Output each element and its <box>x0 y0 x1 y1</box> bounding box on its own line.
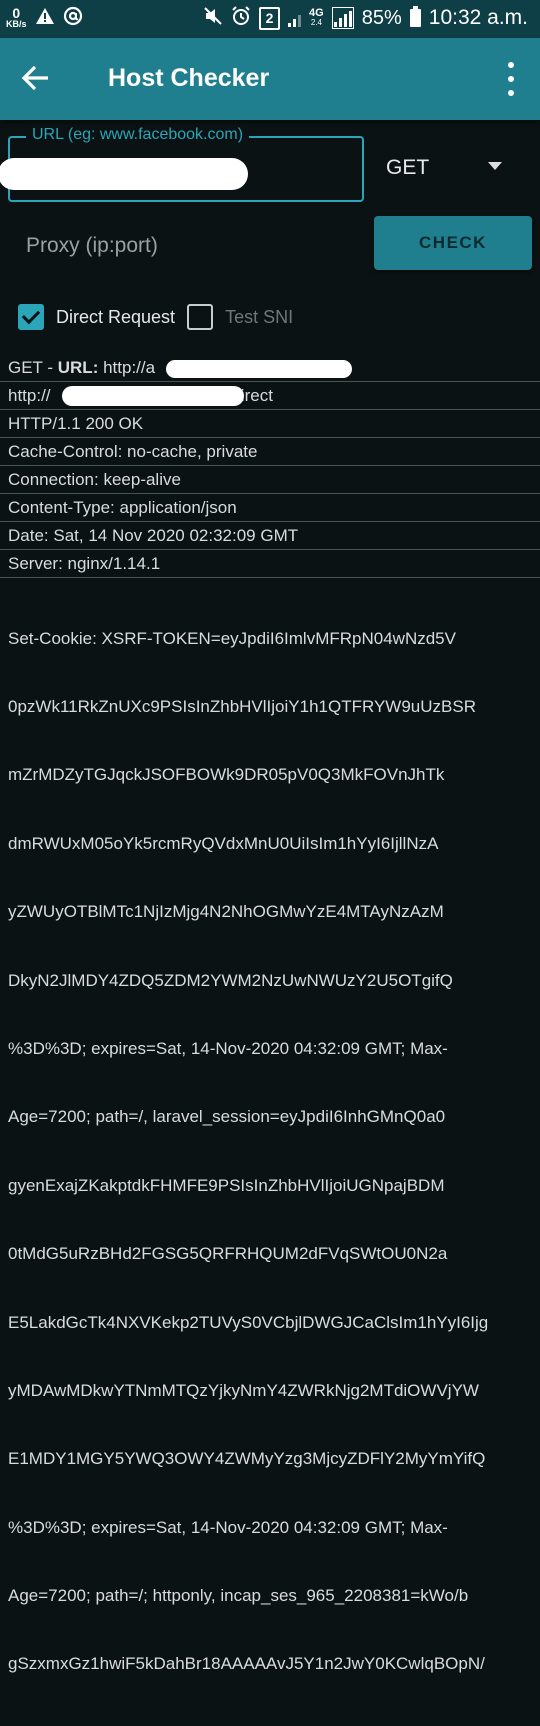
response-line: HTTP/1.1 200 OK <box>0 410 540 438</box>
set-cookie-line: %3D%3D; expires=Sat, 14-Nov-2020 04:32:0… <box>8 1517 448 1537</box>
test-sni-checkbox[interactable] <box>187 304 214 330</box>
network-type-sub: 2.4 <box>310 18 322 27</box>
set-cookie-line: %3D%3D; expires=Sat, 14-Nov-2020 04:32:0… <box>8 1038 448 1058</box>
test-sni-label: Test SNI <box>225 306 294 327</box>
signal-icon <box>331 7 354 29</box>
set-cookie-line: dmRWUxM05oYk5rcmRyQVdxMnU0UiIsIm1hYyI6Ij… <box>8 833 439 853</box>
set-cookie-line: Set-Cookie: XSRF-TOKEN=eyJpdiI6ImlvMFRpN… <box>8 628 456 648</box>
check-button[interactable]: CHECK <box>374 216 532 270</box>
url-field-label: URL (eg: www.facebook.com) <box>26 126 250 144</box>
proxy-input[interactable] <box>26 234 346 258</box>
set-cookie-line: E5LakdGcTk4NXVKekp2TUVyS0VCbjlDWGJCaClsI… <box>8 1312 489 1332</box>
status-bar: 0 KB/s 2 4G 2.4 85% 10:32 a.m. <box>0 0 540 38</box>
response-line: Cache-Control: no-cache, private <box>0 438 540 466</box>
back-arrow-icon[interactable] <box>20 62 52 94</box>
status-left: 0 KB/s <box>6 6 83 30</box>
set-cookie-block: Set-Cookie: XSRF-TOKEN=eyJpdiI6ImlvMFRpN… <box>0 578 540 1726</box>
output-host-redaction <box>62 386 244 406</box>
direct-request-label: Direct Request <box>56 306 176 327</box>
url-value: http://a <box>98 358 156 377</box>
direct-prefix: http:// <box>8 386 51 405</box>
request-url-line: GET - URL: http://a <box>0 354 540 382</box>
battery-percent: 85% <box>361 6 402 29</box>
set-cookie-line: DkyN2JlMDY4ZDQ5ZDM2YWM2NzUwNWUzY2U5OTgif… <box>8 970 453 990</box>
page-title: Host Checker <box>108 64 270 92</box>
signal-weak-icon <box>288 9 302 27</box>
output-url-redaction <box>166 360 352 378</box>
response-line: Date: Sat, 14 Nov 2020 02:32:09 GMT <box>0 522 540 550</box>
direct-request-checkbox[interactable] <box>18 304 44 330</box>
warning-icon <box>35 7 55 29</box>
set-cookie-line: Age=7200; path=/; httponly, incap_ses_96… <box>8 1586 469 1606</box>
more-options-icon[interactable] <box>504 62 518 96</box>
response-line: Content-Type: application/json <box>0 494 540 522</box>
url-field[interactable]: URL (eg: www.facebook.com) <box>0 126 364 202</box>
set-cookie-line: Age=7200; path=/, laravel_session=eyJpdi… <box>8 1107 446 1127</box>
sim-badge: 2 <box>259 6 281 30</box>
network-speed: 0 KB/s <box>6 6 27 29</box>
alarm-icon <box>231 6 251 30</box>
response-line: Server: nginx/1.14.1 <box>0 550 540 578</box>
network-speed-unit: KB/s <box>6 19 27 29</box>
url-key: URL: <box>57 358 99 377</box>
status-right: 2 4G 2.4 85% 10:32 a.m. <box>203 6 528 30</box>
chevron-down-icon <box>488 162 502 170</box>
response-output: GET - URL: http://a http://Direct HTTP/1… <box>0 354 540 1726</box>
set-cookie-line: gyenExajZKakptdkFHMFE9PSIsInZhbHVlIjoiUG… <box>8 1175 445 1195</box>
mute-icon <box>203 6 223 30</box>
method-selected: GET <box>386 156 430 179</box>
set-cookie-line: E1MDY1MGY5YWQ3OWY4ZWMyYzg3MjcyZDFlY2MyYm… <box>8 1449 486 1469</box>
response-line: Connection: keep-alive <box>0 466 540 494</box>
direct-request-option[interactable]: Direct Request Test SNI <box>18 304 293 330</box>
app-bar: Host Checker <box>0 38 540 120</box>
direct-line: http://Direct <box>0 382 540 410</box>
set-cookie-line: 0pzWk11RkZnUXc9PSIsInZhbHVlIjoiY1h1QTFRY… <box>8 696 476 716</box>
set-cookie-line: 0tMdG5uRzBHd2FGSG5QRFRHQUM2dFVqSWtOU0N2a <box>8 1244 448 1264</box>
battery-icon <box>409 6 421 27</box>
network-type-label: 4G <box>309 7 324 19</box>
url-redaction <box>0 158 248 190</box>
request-method: GET - <box>8 358 58 377</box>
at-sign-icon <box>63 6 83 30</box>
network-type: 4G 2.4 <box>309 8 324 28</box>
set-cookie-line: yZWUyOTBlMTc1NjIzMjg4N2NhOGMwYzE4MTAyNzA… <box>8 902 444 922</box>
set-cookie-line: gSzxmxGz1hwiF5kDahBr18AAAAAvJ5Y1n2JwY0KC… <box>8 1654 485 1674</box>
clock: 10:32 a.m. <box>428 6 528 29</box>
set-cookie-line: mZrMDZyTGJqckJSOFBOWk9DR05pV0Q3MkFOVnJhT… <box>8 765 445 785</box>
set-cookie-line: yMDAwMDkwYTNmMTQzYjkyNmY4ZWRkNjg2MTdiOWV… <box>8 1380 479 1400</box>
